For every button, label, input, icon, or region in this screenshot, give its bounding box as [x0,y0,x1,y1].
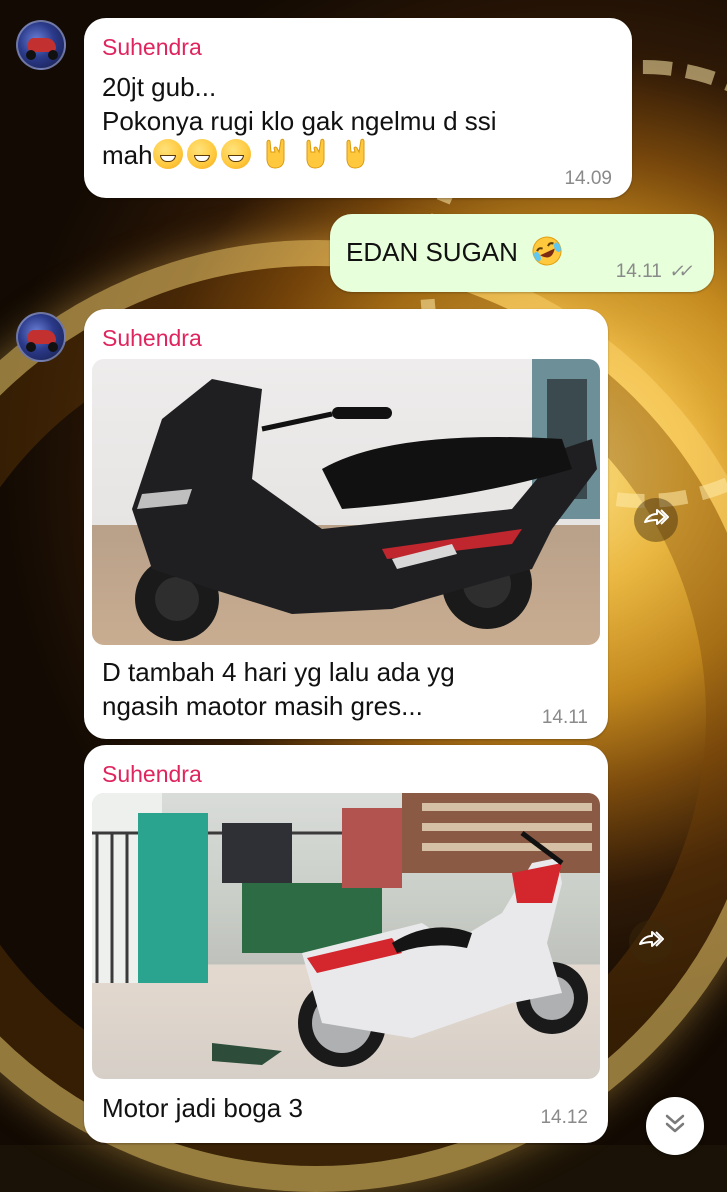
message-line: D tambah 4 hari yg lalu ada yg [102,657,455,687]
forward-icon [638,930,664,955]
avatar[interactable] [16,312,66,362]
sign-of-horns-icon [343,138,369,170]
sign-of-horns-icon [303,138,329,170]
red-white-scooter-photo[interactable] [92,793,600,1079]
message-text: Motor jadi boga 3 [102,1093,303,1123]
grinning-face-icon [220,139,251,169]
message-time-row: 14.11 ✓✓ [615,261,691,283]
black-scooter-photo[interactable] [92,359,600,645]
avatar[interactable] [16,20,66,70]
sender-name[interactable]: Suhendra [102,325,202,352]
sender-name[interactable]: Suhendra [102,34,202,61]
message-bubble-outgoing[interactable]: EDAN SUGAN 14.11 ✓✓ [330,214,714,292]
forward-button[interactable] [629,920,673,964]
message-bubble[interactable]: Suhendra 20jt gub... Pokonya rugi klo ga… [84,18,632,198]
double-check-icon: ✓✓ [667,261,691,281]
grinning-face-icon [186,139,217,169]
message-text: 20jt gub... Pokonya rugi klo gak ngelmu … [102,70,497,172]
message-text-content: EDAN SUGAN [346,237,518,267]
message-text: D tambah 4 hari yg lalu ada yg ngasih ma… [102,655,455,723]
grinning-face-icon [152,139,183,169]
message-time: 14.11 [615,261,662,282]
message-time: 14.12 [540,1107,588,1128]
message-time: 14.11 [541,707,588,728]
message-line: 20jt gub... [102,72,217,102]
double-chevron-down-icon [662,1113,688,1140]
message-bubble[interactable]: Suhendra Motor jadi boga 3 14.12 [84,745,608,1143]
forward-button[interactable] [634,498,678,542]
rolling-on-floor-laughing-icon [531,235,563,267]
sign-of-horns-icon [263,138,289,170]
sender-name[interactable]: Suhendra [102,761,202,788]
message-line: mah [102,138,497,172]
scroll-to-bottom-button[interactable] [646,1097,704,1155]
message-text: EDAN SUGAN [346,235,563,269]
message-line-text: mah [102,140,153,170]
message-bubble[interactable]: Suhendra D tambah 4 hari yg lalu ada yg … [84,309,608,739]
message-time: 14.09 [564,168,612,189]
message-line: ngasih maotor masih gres... [102,691,423,721]
forward-icon [643,508,669,533]
message-line: Pokonya rugi klo gak ngelmu d ssi [102,106,497,136]
